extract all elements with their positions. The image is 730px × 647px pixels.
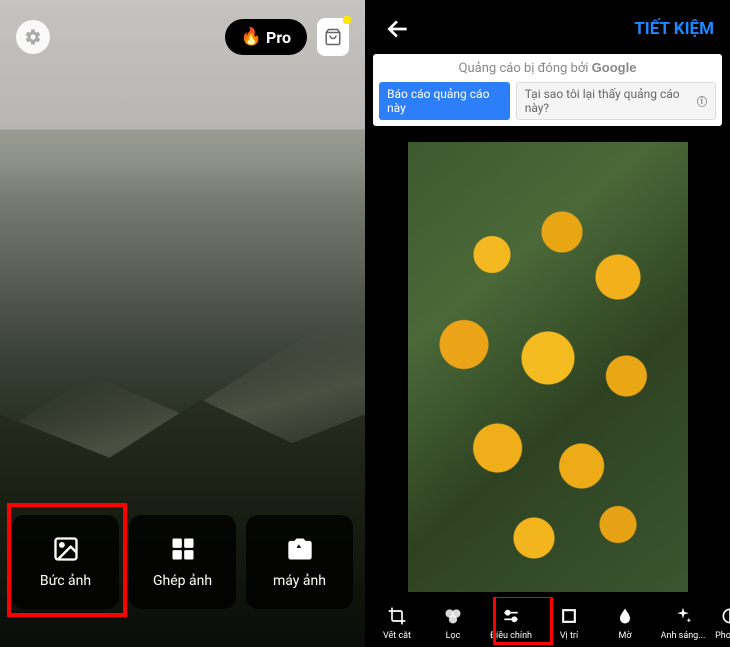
ad-closed-banner: Quảng cáo bị đóng bởi Google Báo cáo quả… <box>373 54 722 126</box>
tool-more[interactable]: Phơi sá <box>715 605 730 641</box>
camera-icon <box>285 535 315 563</box>
tool-adjust[interactable]: Điều chỉnh <box>483 605 539 641</box>
tool-label: Mờ <box>618 631 631 641</box>
arrow-left-icon <box>385 16 411 42</box>
why-ad-button[interactable]: Tại sao tôi lại thấy quảng cáo này? i <box>516 82 716 120</box>
circle-half-icon <box>720 606 730 626</box>
card-label: Ghép ảnh <box>153 573 212 589</box>
home-panel: 🔥 Pro Bức ảnh Ghép ảnh máy ảnh <box>0 0 365 647</box>
tool-position[interactable]: Vị trí <box>543 605 595 641</box>
grid-icon <box>168 535 198 563</box>
sliders-icon <box>501 606 521 626</box>
shopping-bag-icon <box>324 28 342 46</box>
tool-label: Vết cắt <box>383 631 411 641</box>
tool-label: Ánh sáng... <box>661 631 706 641</box>
crop-icon <box>387 606 407 626</box>
settings-button[interactable] <box>16 20 50 54</box>
back-button[interactable] <box>381 12 415 46</box>
info-icon: i <box>697 96 707 107</box>
ad-closed-text: Quảng cáo bị đóng bởi Google <box>379 60 716 76</box>
tool-label: Điều chỉnh <box>490 631 532 641</box>
pro-label: Pro <box>266 28 291 47</box>
tool-filter[interactable]: Lọc <box>427 605 479 641</box>
save-button[interactable]: TIẾT KIỆM <box>634 19 714 39</box>
image-icon <box>51 535 81 563</box>
tool-label: Vị trí <box>560 631 578 641</box>
gear-icon <box>24 28 42 46</box>
tool-label: Lọc <box>446 631 461 641</box>
tool-label: Phơi sá <box>715 631 730 641</box>
filter-icon <box>443 606 463 626</box>
report-ad-button[interactable]: Báo cáo quảng cáo này <box>379 82 510 120</box>
camera-card[interactable]: máy ảnh <box>246 515 353 609</box>
flame-icon: 🔥 <box>241 27 262 47</box>
tool-exporsure[interactable]: Ánh sáng... <box>655 605 711 641</box>
card-label: Bức ảnh <box>40 573 91 589</box>
shop-button[interactable] <box>317 18 349 56</box>
card-label: máy ảnh <box>273 573 326 589</box>
editor-panel: TIẾT KIỆM Quảng cáo bị đóng bởi Google B… <box>365 0 730 647</box>
pro-button[interactable]: 🔥 Pro <box>225 19 307 55</box>
edited-image <box>408 142 688 592</box>
google-logo-text: Google <box>592 60 637 75</box>
drop-icon <box>615 606 635 626</box>
square-icon <box>559 606 579 626</box>
collage-card[interactable]: Ghép ảnh <box>129 515 236 609</box>
tool-blur[interactable]: Mờ <box>599 605 651 641</box>
tool-crop[interactable]: Vết cắt <box>371 605 423 641</box>
sparkle-icon <box>673 606 693 626</box>
canvas-area[interactable] <box>365 136 730 597</box>
tool-strip[interactable]: Vết cắt Lọc Điều chỉnh Vị trí Mờ Ánh sán… <box>365 597 730 647</box>
photo-card[interactable]: Bức ảnh <box>12 515 119 609</box>
